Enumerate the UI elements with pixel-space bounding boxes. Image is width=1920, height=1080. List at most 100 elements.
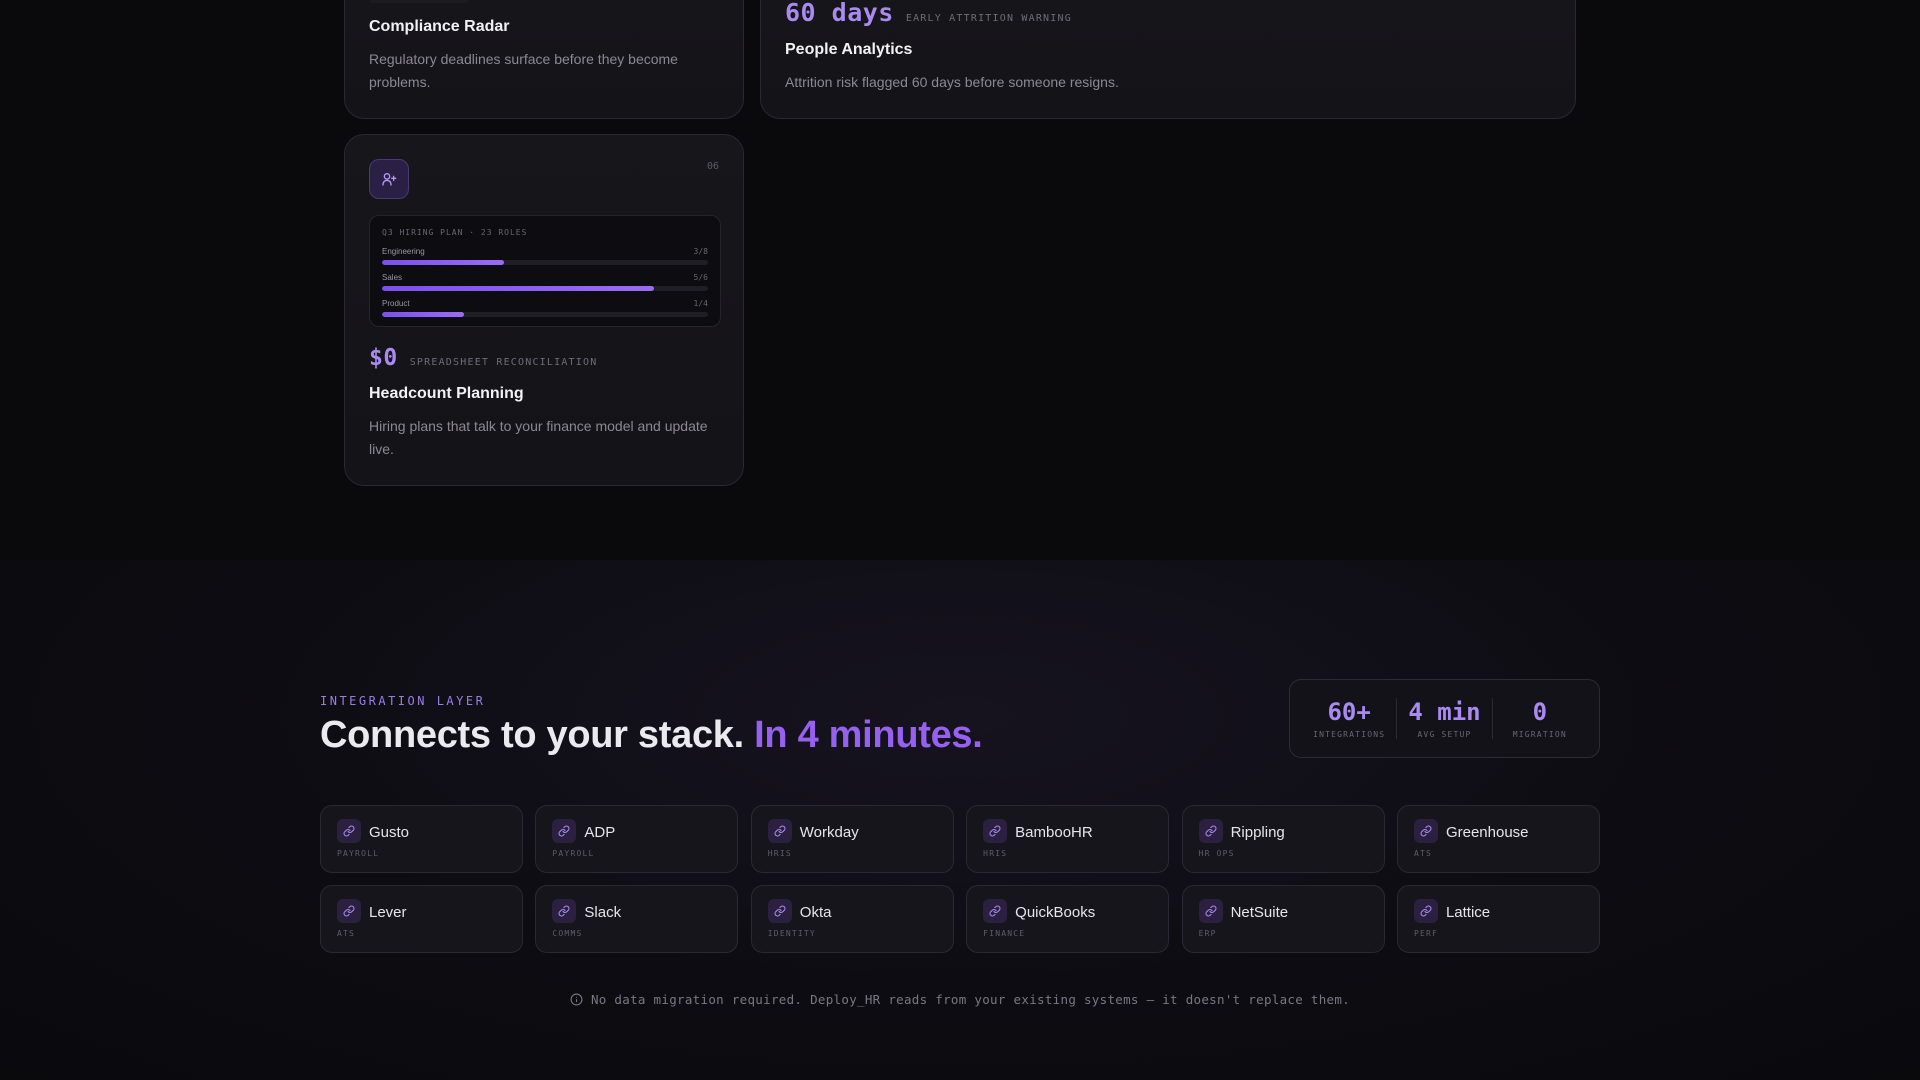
card-description: Attrition risk flagged 60 days before so… <box>785 74 1119 90</box>
integration-category: PAYROLL <box>337 849 380 858</box>
feature-card-headcount-planning: 06 Q3 HIRING PLAN · 23 ROLES Engineering… <box>344 134 744 486</box>
link-icon <box>1198 819 1223 843</box>
integration-tile-lattice[interactable]: Lattice PERF <box>1396 885 1600 953</box>
link-icon <box>1413 899 1438 923</box>
integration-name: Gusto <box>369 824 410 841</box>
section-eyebrow: INTEGRATION LAYER <box>320 694 486 708</box>
hiring-row-label: Sales <box>382 273 403 282</box>
migration-footnote: No data migration required. Deploy_HR re… <box>0 992 1920 1007</box>
feature-card-compliance: Compliance Radar Regulatory deadlines su… <box>344 0 744 119</box>
stat-label: INTEGRATIONS <box>1313 730 1386 739</box>
hiring-row: Sales 5/6 <box>382 273 708 291</box>
panel-title: Q3 HIRING PLAN · 23 ROLES <box>382 228 528 237</box>
link-icon <box>767 819 792 843</box>
stat-integrations: 60+ INTEGRATIONS <box>1302 698 1396 739</box>
hiring-row-label: Product <box>382 299 410 308</box>
user-plus-icon <box>369 159 409 199</box>
card-title: People Analytics <box>785 41 913 58</box>
integration-category: ATS <box>1413 849 1433 858</box>
link-icon <box>1413 819 1438 843</box>
integration-tile-bamboohr[interactable]: BambooHR HRIS <box>966 805 1170 873</box>
hiring-plan-panel: Q3 HIRING PLAN · 23 ROLES Engineering 3/… <box>369 215 721 327</box>
integration-tile-greenhouse[interactable]: Greenhouse ATS <box>1396 805 1600 873</box>
integration-category: FINANCE <box>983 929 1026 938</box>
progress-track <box>382 312 708 317</box>
integration-tile-rippling[interactable]: Rippling HR OPS <box>1181 805 1385 873</box>
card-title: Compliance Radar <box>369 18 510 35</box>
integration-category: COMMS <box>552 929 583 938</box>
link-icon <box>1198 899 1223 923</box>
integration-category: HRIS <box>767 849 792 858</box>
integration-name: BambooHR <box>1015 824 1093 841</box>
footnote-text: No data migration required. Deploy_HR re… <box>590 992 1351 1007</box>
card-stat: 60 days EARLY ATTRITION WARNING <box>785 0 1072 27</box>
info-icon <box>570 993 583 1006</box>
progress-fill <box>382 260 505 265</box>
feature-card-people-analytics: 60 days EARLY ATTRITION WARNING People A… <box>760 0 1576 119</box>
stat-avg-setup: 4 min AVG SETUP <box>1396 698 1491 739</box>
stat-migration: 0 MIGRATION <box>1491 698 1587 739</box>
integration-category: HR OPS <box>1198 849 1235 858</box>
link-icon <box>337 819 361 843</box>
link-icon <box>552 819 577 843</box>
card-description: Regulatory deadlines surface before they… <box>369 51 678 90</box>
integration-tile-lever[interactable]: Lever ATS <box>320 885 523 953</box>
integration-tile-workday[interactable]: Workday HRIS <box>750 805 954 873</box>
integration-tile-netsuite[interactable]: NetSuite ERP <box>1181 885 1385 953</box>
hiring-row-count: 1/4 <box>693 299 708 308</box>
stat-label: AVG SETUP <box>1417 730 1472 739</box>
link-icon <box>983 899 1008 923</box>
progress-fill <box>382 286 654 291</box>
hiring-row-count: 3/8 <box>693 247 708 256</box>
integration-tile-quickbooks[interactable]: QuickBooks FINANCE <box>966 885 1170 953</box>
stat-value: 60+ <box>1327 698 1371 726</box>
progress-fill <box>382 312 464 317</box>
integration-name: Rippling <box>1230 824 1285 841</box>
progress-track <box>382 260 708 265</box>
integration-name: Workday <box>799 824 859 841</box>
integration-tile-slack[interactable]: Slack COMMS <box>535 885 739 953</box>
integration-name: Greenhouse <box>1445 824 1529 841</box>
headline-main: Connects to your stack. <box>320 714 744 756</box>
integration-category: PERF <box>1413 929 1439 938</box>
card-index: 06 <box>706 161 719 172</box>
hiring-row: Engineering 3/8 <box>382 247 708 265</box>
link-icon <box>767 899 792 923</box>
integration-name: NetSuite <box>1230 904 1289 921</box>
stat-value: 60 days <box>785 0 894 27</box>
card-stat: $0 SPREADSHEET RECONCILIATION <box>369 345 597 371</box>
stat-value: $0 <box>369 345 398 371</box>
card-title: Headcount Planning <box>369 385 524 402</box>
integration-name: Slack <box>584 904 622 921</box>
integration-stats: 60+ INTEGRATIONS 4 min AVG SETUP 0 MIGRA… <box>1289 679 1600 758</box>
integration-name: Lattice <box>1445 904 1491 921</box>
card-description: Hiring plans that talk to your finance m… <box>369 418 708 457</box>
stat-value: 4 min <box>1408 698 1481 726</box>
integration-tile-gusto[interactable]: Gusto PAYROLL <box>320 805 523 873</box>
stat-label: EARLY ATTRITION WARNING <box>905 13 1072 24</box>
integration-category: PAYROLL <box>552 849 595 858</box>
stat-value: 0 <box>1532 698 1548 726</box>
integration-category: IDENTITY <box>767 929 816 938</box>
link-icon <box>552 899 577 923</box>
integration-tile-adp[interactable]: ADP PAYROLL <box>535 805 739 873</box>
integration-name: Lever <box>369 904 407 921</box>
section-headline: Connects to your stack. In 4 minutes. <box>320 714 983 757</box>
stat-placeholder <box>369 0 469 3</box>
integration-category: HRIS <box>983 849 1008 858</box>
hiring-row-label: Engineering <box>382 247 425 256</box>
link-icon <box>337 899 361 923</box>
hiring-row-count: 5/6 <box>693 273 708 282</box>
integration-category: ERP <box>1198 929 1217 938</box>
link-icon <box>983 819 1008 843</box>
stat-label: MIGRATION <box>1512 730 1567 739</box>
integration-name: QuickBooks <box>1015 904 1096 921</box>
headline-accent: In 4 minutes. <box>754 714 983 756</box>
stat-label: SPREADSHEET RECONCILIATION <box>409 357 598 368</box>
integration-tile-okta[interactable]: Okta IDENTITY <box>750 885 954 953</box>
integration-name: Okta <box>799 904 832 921</box>
progress-track <box>382 286 708 291</box>
integration-category: ATS <box>337 929 356 938</box>
integration-grid: Gusto PAYROLL ADP PAYROLL Workday HRIS BambooH… <box>320 805 1600 953</box>
hiring-row: Product 1/4 <box>382 299 708 317</box>
